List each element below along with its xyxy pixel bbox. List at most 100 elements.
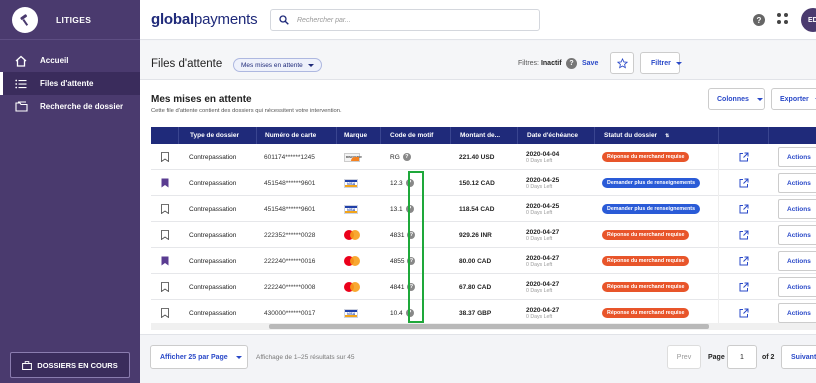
table-header: Type de dossier Numéro de carte Marque C… — [151, 127, 816, 144]
per-page-select[interactable]: Afficher 25 par Page — [150, 345, 248, 369]
bookmark-icon[interactable] — [161, 248, 169, 274]
reason-help-icon[interactable]: ? — [405, 205, 414, 213]
table-row[interactable]: Contrepassation 222240******0008 4841? 67.8… — [151, 274, 816, 300]
due-date-value: 2020-04-25 — [526, 202, 560, 210]
actions-button[interactable]: Actions — [778, 173, 816, 193]
table-row[interactable]: Contrepassation 451548******9601 VISA 13.1?… — [151, 196, 816, 222]
table-row[interactable]: Contrepassation 601174******1245 DISCOVER R… — [151, 144, 816, 170]
days-left: 0 Days Left — [526, 209, 553, 216]
mastercard-logo-icon — [344, 282, 360, 292]
bookmark-icon[interactable] — [161, 274, 169, 300]
days-left: 0 Days Left — [526, 287, 553, 294]
sidebar: LITIGES Accueil Files d'attente Recherch… — [0, 0, 140, 383]
open-external-icon[interactable] — [718, 144, 768, 170]
avatar[interactable]: ED — [801, 8, 816, 32]
next-page-button[interactable]: Suivant — [781, 345, 816, 369]
sort-icon: ⇅ — [665, 132, 670, 139]
reason-code-value: 4831 — [390, 231, 405, 239]
reason-help-icon[interactable]: ? — [402, 153, 411, 161]
card-number: 451548******9601 — [264, 179, 316, 187]
column-header-type[interactable]: Type de dossier — [178, 127, 256, 144]
reason-help-icon[interactable]: ? — [405, 309, 414, 317]
column-header-status[interactable]: Statut du dossier ⇅ — [594, 127, 718, 144]
view-selector[interactable]: Mes mises en attente — [233, 58, 322, 72]
actions-button[interactable]: Actions — [778, 251, 816, 271]
page-number-input[interactable] — [727, 345, 757, 369]
open-external-icon[interactable] — [718, 274, 768, 300]
column-header-label: Numéro de carte — [265, 132, 317, 139]
bookmark-icon[interactable] — [161, 144, 169, 170]
page-title: Files d'attente — [151, 58, 223, 70]
open-external-icon[interactable] — [718, 222, 768, 248]
favorite-button[interactable] — [610, 52, 634, 74]
filter-button[interactable]: Filtrer — [640, 52, 682, 74]
case-type: Contrepassation — [189, 205, 237, 213]
actions-button[interactable]: Actions — [778, 147, 816, 167]
filters-help-icon[interactable]: ? — [566, 58, 577, 69]
sidebar-item-recherche[interactable]: Recherche de dossier — [0, 95, 140, 118]
filters-value: Inactif — [540, 60, 562, 67]
apps-grid-icon[interactable] — [777, 13, 788, 24]
column-header-date[interactable]: Date d'échéance — [517, 127, 594, 144]
reason-code-value: 4841 — [390, 283, 405, 291]
days-left: 0 Days Left — [526, 157, 553, 164]
reason-code: 4831? — [390, 222, 416, 248]
reason-help-icon[interactable]: ? — [405, 179, 414, 187]
reason-code-value: 10.4 — [390, 309, 403, 317]
briefcase-icon — [22, 360, 33, 370]
actions-button[interactable]: Actions — [778, 225, 816, 245]
search-input[interactable]: Rechercher par... — [270, 9, 540, 31]
open-external-icon[interactable] — [718, 196, 768, 222]
due-date-value: 2020-04-25 — [526, 176, 560, 184]
scrollbar-thumb[interactable] — [269, 324, 709, 329]
sidebar-item-accueil[interactable]: Accueil — [0, 49, 140, 72]
column-header-card[interactable]: Numéro de carte — [256, 127, 336, 144]
column-header-label: Marque — [344, 132, 368, 139]
case-type: Contrepassation — [189, 283, 237, 291]
table-row[interactable]: Contrepassation 222352******0028 4831? 929.… — [151, 222, 816, 248]
card-brand — [344, 222, 360, 248]
due-date-value: 2020-04-27 — [526, 306, 560, 314]
gavel-icon[interactable] — [12, 6, 38, 33]
brand-logo[interactable]: globalpayments — [151, 11, 258, 28]
due-date: 2020-04-27 0 Days Left — [526, 222, 559, 248]
bookmark-icon[interactable] — [161, 222, 169, 248]
reason-help-icon[interactable]: ? — [407, 257, 416, 265]
column-header-brand[interactable]: Marque — [336, 127, 380, 144]
horizontal-scrollbar[interactable] — [151, 323, 816, 330]
reason-help-icon[interactable]: ? — [407, 283, 416, 291]
app-title: LITIGES — [56, 14, 92, 25]
per-page-label: Afficher 25 par Page — [160, 353, 228, 361]
bookmark-icon[interactable] — [161, 196, 169, 222]
actions-button[interactable]: Actions — [778, 303, 816, 323]
reason-help-icon[interactable]: ? — [407, 231, 416, 239]
dossiers-en-cours-button[interactable]: DOSSIERS EN COURS — [10, 352, 130, 378]
discover-logo-icon: DISCOVER — [344, 152, 362, 162]
due-date: 2020-04-04 0 Days Left — [526, 144, 559, 170]
columns-button[interactable]: Colonnes — [708, 88, 765, 110]
table-row[interactable]: Contrepassation 222240******0016 4855? 80.0… — [151, 248, 816, 274]
actions-button[interactable]: Actions — [778, 277, 816, 297]
reason-code: RG? — [390, 144, 411, 170]
table-row[interactable]: Contrepassation 451548******9601 VISA 12.3?… — [151, 170, 816, 196]
actions-button[interactable]: Actions — [778, 199, 816, 219]
prev-page-button[interactable]: Prev — [667, 345, 701, 369]
actions-label: Actions — [787, 257, 811, 265]
columns-button-label: Colonnes — [717, 95, 749, 103]
open-external-icon[interactable] — [718, 248, 768, 274]
actions-label: Actions — [787, 205, 811, 213]
save-link[interactable]: Save — [582, 60, 598, 67]
days-left: 0 Days Left — [526, 235, 553, 242]
bookmark-icon[interactable] — [161, 170, 169, 196]
export-button[interactable]: Exporter — [771, 88, 816, 110]
column-header-amount[interactable]: Montant de... — [450, 127, 517, 144]
days-left: 0 Days Left — [526, 183, 553, 190]
open-external-icon[interactable] — [718, 170, 768, 196]
folder-search-icon — [12, 101, 30, 112]
help-icon[interactable]: ? — [753, 14, 765, 26]
sidebar-item-files-attente[interactable]: Files d'attente — [0, 72, 140, 95]
reason-code: 4841? — [390, 274, 416, 300]
reason-code: 13.1? — [390, 196, 414, 222]
column-header-code[interactable]: Code de motif — [380, 127, 450, 144]
actions-label: Actions — [787, 283, 811, 291]
